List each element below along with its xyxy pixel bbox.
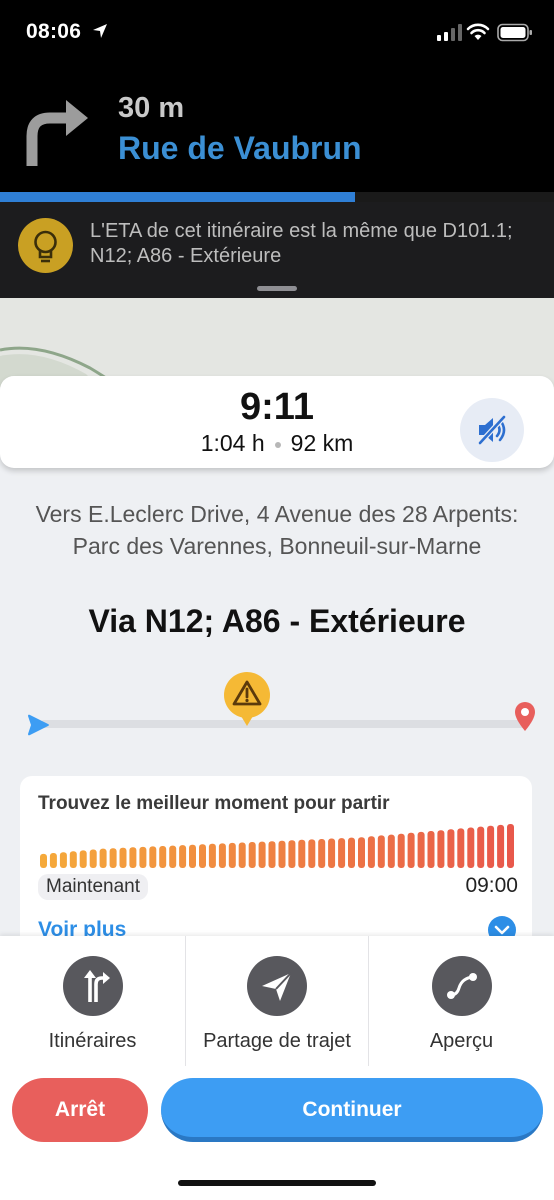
departure-bar: [487, 825, 495, 868]
destination-pin-icon: [515, 702, 535, 731]
share-trip-icon: [247, 956, 307, 1016]
status-time: 08:06: [26, 20, 82, 43]
wifi-icon: [466, 23, 490, 40]
map-road-shape: [0, 346, 121, 388]
departure-bar: [497, 824, 505, 868]
destination-address: Vers E.Leclerc Drive, 4 Avenue des 28 Ar…: [35, 501, 519, 559]
departure-bar: [348, 837, 355, 868]
departure-bar: [248, 842, 256, 868]
route-preview-line: [40, 720, 525, 728]
signal-icon: [437, 24, 462, 41]
street-name: Rue de Vaubrun: [118, 130, 362, 166]
trip-progress-bar: [0, 192, 554, 202]
routes-label: Itinéraires: [48, 1030, 137, 1052]
turn-right-icon: [26, 100, 88, 166]
departure-bar: [288, 840, 296, 868]
departure-bar: [189, 844, 196, 868]
planner-end-label: 09:00: [465, 874, 518, 897]
departure-bar: [338, 838, 346, 868]
planner-start-label: Maintenant: [38, 874, 149, 900]
trip-duration: 1:04 h: [200, 430, 265, 456]
departure-bar: [218, 843, 226, 868]
separator-dot: [274, 441, 281, 448]
departure-bar: [179, 845, 187, 868]
departure-bar: [298, 839, 306, 868]
departure-bar: [40, 853, 47, 868]
turn-distance: 30 m: [118, 92, 185, 124]
departure-bar: [467, 827, 475, 868]
action-bar: Itinéraires Partage de trajet Aperçu: [0, 936, 554, 1066]
departure-bar: [457, 828, 465, 868]
eta-tip-banner[interactable]: L'ETA de cet itinéraire est la même que …: [0, 202, 554, 298]
hazard-warning-icon[interactable]: [222, 672, 272, 728]
sound-off-button[interactable]: [460, 398, 524, 462]
departure-bar: [427, 831, 435, 868]
eta-card[interactable]: 9:11 1:04 h 92 km: [0, 376, 554, 468]
routes-icon: [62, 956, 123, 1016]
home-indicator: [178, 1180, 376, 1186]
departure-bar: [437, 830, 445, 868]
departure-bar: [367, 836, 375, 868]
location-arrow-icon: [93, 24, 107, 38]
overview-label: Aperçu: [429, 1030, 494, 1052]
departure-bar: [268, 841, 276, 868]
start-arrow-icon: [28, 714, 49, 736]
departure-bar: [407, 832, 415, 868]
bottom-buttons: Arrêt Continuer: [0, 1066, 554, 1200]
departure-bar: [238, 842, 246, 868]
departure-bar: [308, 839, 316, 868]
departure-bar: [169, 845, 177, 868]
departure-bar: [109, 848, 117, 868]
departure-bar: [318, 839, 326, 868]
departure-bar: [69, 851, 77, 868]
departure-bar: [417, 831, 425, 868]
departure-bar: [129, 847, 137, 868]
overview-button[interactable]: Aperçu: [369, 936, 554, 1066]
departure-bar: [119, 847, 127, 868]
share-trip-label: Partage de trajet: [203, 1030, 351, 1052]
departure-bar: [258, 841, 266, 868]
departure-bar: [387, 834, 395, 868]
departure-bar: [139, 846, 147, 868]
departure-bar: [79, 850, 87, 868]
departure-bar: [328, 838, 336, 868]
departure-bar: [59, 852, 67, 868]
departure-bar: [208, 843, 216, 868]
departure-bar: [199, 844, 206, 868]
departure-bar: [397, 833, 405, 868]
departure-bar: [447, 829, 455, 868]
battery-icon: [497, 23, 532, 42]
departure-bar: [358, 837, 365, 868]
departure-bar: [278, 840, 286, 868]
share-trip-button[interactable]: Partage de trajet: [186, 936, 368, 1066]
departure-bar: [507, 824, 514, 868]
status-bar: 08:06: [0, 0, 554, 64]
route-via: Via N12; A86 - Extérieure: [88, 603, 466, 639]
tip-text: L'ETA de cet itinéraire est la même que …: [90, 220, 513, 267]
lightbulb-icon: [18, 218, 73, 273]
routes-button[interactable]: Itinéraires: [0, 936, 185, 1066]
map-view[interactable]: [0, 298, 554, 388]
stop-button[interactable]: Arrêt: [12, 1078, 148, 1142]
departure-bar: [49, 853, 57, 868]
trip-progress-fill: [0, 192, 355, 202]
overview-icon: [431, 956, 492, 1016]
departure-bar: [99, 848, 107, 868]
departure-bar: [159, 846, 167, 868]
departure-bar: [477, 826, 485, 868]
drag-handle[interactable]: [257, 286, 297, 291]
sound-off-icon: [478, 415, 506, 445]
departure-bar: [377, 835, 385, 868]
departure-bar: [89, 849, 97, 868]
departure-bar: [149, 846, 157, 868]
departure-bar: [228, 842, 236, 868]
continue-button[interactable]: Continuer: [161, 1078, 543, 1142]
trip-distance: 92 km: [290, 430, 354, 456]
